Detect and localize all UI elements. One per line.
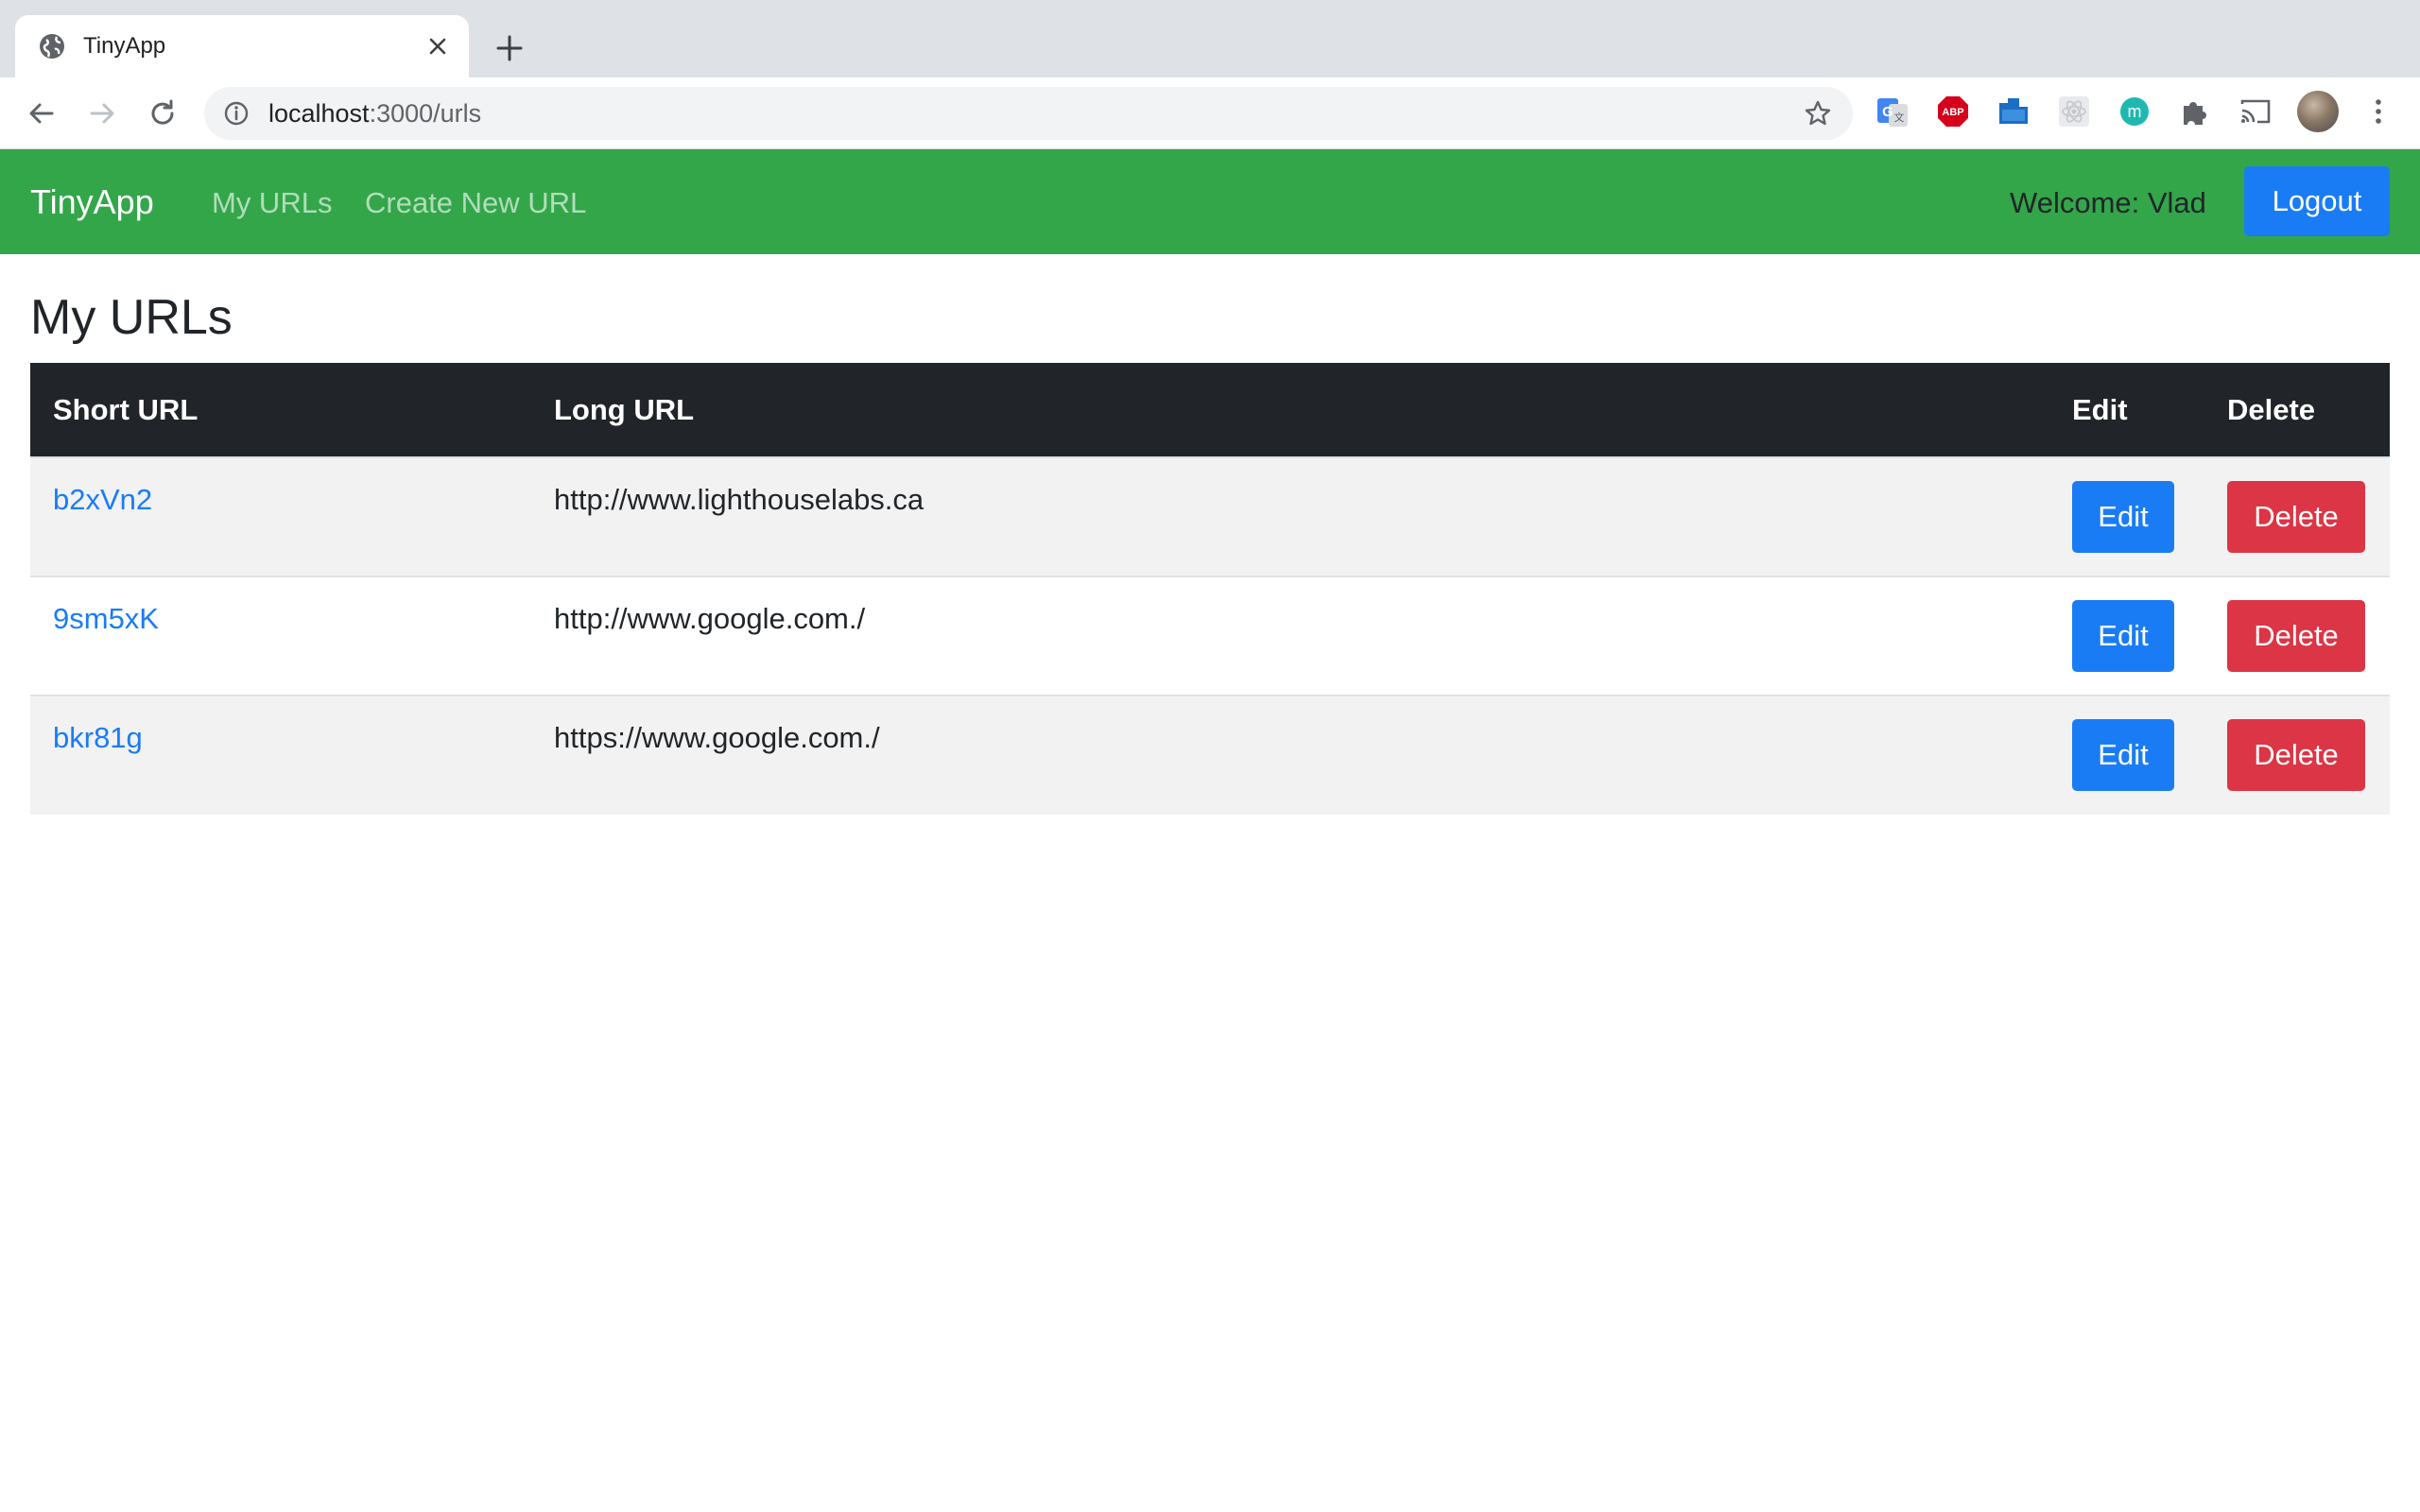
page-title: My URLs (30, 290, 233, 345)
profile-avatar[interactable] (2297, 91, 2339, 132)
column-header-edit: Edit (2072, 392, 2128, 426)
long-url-text: https://www.google.com./ (554, 721, 880, 754)
svg-text:m: m (2128, 102, 2142, 121)
long-url-text: http://www.lighthouselabs.ca (554, 483, 925, 516)
edit-button[interactable]: Edit (2072, 719, 2174, 791)
m-extension-icon[interactable]: m (2118, 94, 2152, 129)
short-url-cell: b2xVn2 (30, 457, 531, 576)
welcome-text: Welcome: Vlad (2010, 186, 2206, 219)
puzzle-icon[interactable] (2178, 94, 2212, 129)
long-url-text: http://www.google.com./ (554, 602, 866, 635)
column-header-short-url: Short URL (53, 392, 199, 426)
delete-button[interactable]: Delete (2227, 481, 2365, 553)
column-header-long-url: Long URL (554, 392, 695, 426)
close-icon[interactable] (424, 32, 452, 60)
app-navbar: TinyApp My URLs Create New URL Welcome: … (0, 149, 2420, 254)
back-arrow-icon[interactable] (25, 96, 59, 130)
edit-button[interactable]: Edit (2072, 481, 2174, 553)
edit-button[interactable]: Edit (2072, 600, 2174, 672)
table-row: bkr81g https://www.google.com./ Edit Del… (30, 696, 2390, 815)
delete-cell: Delete (2204, 457, 2390, 576)
google-translate-icon[interactable]: G 文 (1876, 94, 1910, 129)
folder-extension-icon[interactable] (1996, 94, 2031, 129)
globe-icon (38, 32, 66, 60)
forward-arrow-icon[interactable] (85, 96, 119, 130)
column-header-delete: Delete (2227, 392, 2316, 426)
info-icon[interactable] (223, 100, 250, 127)
nav-link-create-new-url[interactable]: Create New URL (365, 185, 586, 221)
browser-tabstrip: TinyApp (0, 0, 2420, 77)
nav-link-my-urls[interactable]: My URLs (212, 185, 332, 221)
long-url-cell: http://www.lighthouselabs.ca (531, 457, 2049, 576)
edit-cell: Edit (2049, 696, 2204, 815)
delete-button[interactable]: Delete (2227, 600, 2365, 672)
browser-tab[interactable]: TinyApp (15, 15, 469, 77)
new-tab-icon[interactable] (493, 32, 526, 64)
delete-cell: Delete (2204, 576, 2390, 696)
logout-button[interactable]: Logout (2244, 166, 2390, 236)
address-bar[interactable]: localhost:3000/urls (204, 87, 1853, 140)
url-path: :3000/urls (369, 99, 482, 128)
svg-text:文: 文 (1894, 111, 1905, 124)
short-url-link[interactable]: 9sm5xK (53, 577, 531, 638)
reload-icon[interactable] (146, 96, 180, 130)
more-vertical-icon[interactable] (2361, 94, 2395, 129)
tab-title: TinyApp (83, 33, 166, 59)
svg-text:G: G (1882, 104, 1893, 120)
adblock-plus-icon[interactable]: ABP (1936, 94, 1970, 129)
short-url-link[interactable]: bkr81g (53, 696, 531, 757)
url-text: localhost:3000/urls (268, 99, 481, 128)
short-url-link[interactable]: b2xVn2 (53, 458, 531, 519)
cast-icon[interactable] (2238, 94, 2273, 129)
edit-cell: Edit (2049, 576, 2204, 696)
table-row: 9sm5xK http://www.google.com./ Edit Dele… (30, 576, 2390, 696)
delete-cell: Delete (2204, 696, 2390, 815)
short-url-cell: 9sm5xK (30, 576, 531, 696)
long-url-cell: http://www.google.com./ (531, 576, 2049, 696)
long-url-cell: https://www.google.com./ (531, 696, 2049, 815)
bookmark-star-icon[interactable] (1804, 99, 1832, 128)
react-devtools-icon[interactable] (2057, 94, 2091, 129)
url-host: localhost (268, 99, 370, 128)
delete-button[interactable]: Delete (2227, 719, 2365, 791)
table-header-row: Short URL Long URL Edit Delete (30, 363, 2390, 457)
short-url-cell: bkr81g (30, 696, 531, 815)
edit-cell: Edit (2049, 457, 2204, 576)
urls-table: Short URL Long URL Edit Delete b2xVn2 ht… (30, 363, 2390, 815)
svg-text:ABP: ABP (1942, 107, 1963, 118)
table-row: b2xVn2 http://www.lighthouselabs.ca Edit… (30, 457, 2390, 576)
brand-link[interactable]: TinyApp (30, 181, 154, 223)
